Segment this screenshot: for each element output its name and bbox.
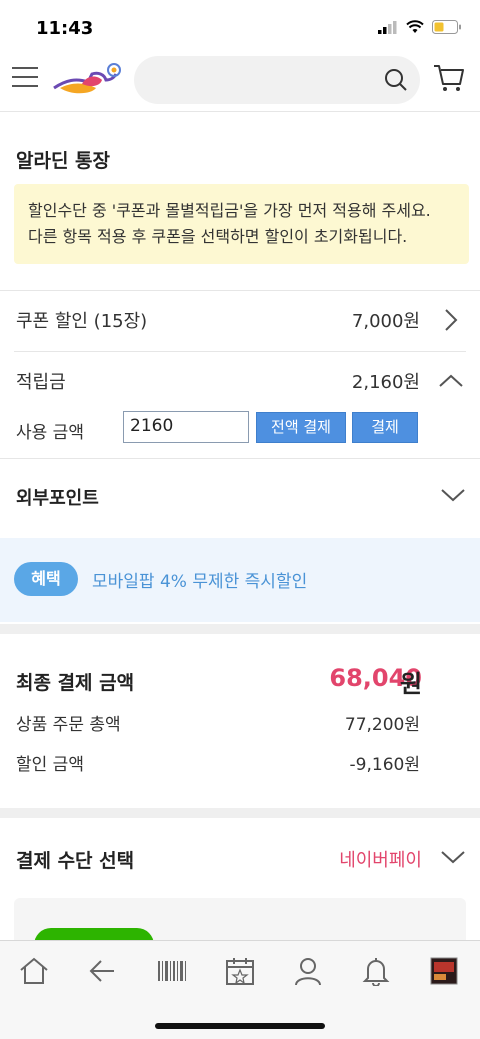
payment-title: 결제 수단 선택: [16, 850, 135, 872]
bottom-tab-bar: [0, 940, 480, 1039]
divider: [14, 351, 466, 352]
payment-method-selected[interactable]: 네이버페이: [339, 846, 422, 872]
order-total-label: 상품 주문 총액: [16, 715, 121, 735]
search-icon[interactable]: [384, 68, 408, 92]
notice-box: 할인수단 중 '쿠폰과 몰별적립금'을 가장 먼저 적용해 주세요. 다른 항목…: [14, 184, 469, 264]
recent-item-thumbnail[interactable]: [424, 951, 464, 991]
benefit-badge: 혜택: [14, 562, 78, 596]
points-value: 2,160원: [351, 372, 420, 393]
wifi-icon: [406, 20, 424, 33]
calendar-icon[interactable]: [220, 951, 260, 991]
coupon-value: 7,000원: [351, 311, 420, 332]
status-bar: 11:43: [0, 0, 480, 52]
cart-icon[interactable]: [432, 60, 466, 94]
use-amount-label: 사용 금액: [16, 423, 84, 443]
external-points-label[interactable]: 외부포인트: [16, 484, 99, 510]
pay-all-button[interactable]: 전액 결제: [256, 412, 346, 443]
notice-line-2: 다른 항목 적용 후 쿠폰을 선택하면 할인이 초기화됩니다.: [28, 227, 408, 246]
chevron-right-icon[interactable]: [442, 308, 460, 332]
chevron-down-icon[interactable]: [440, 848, 466, 866]
notice-line-1: 할인수단 중 '쿠폰과 몰별적립금'을 가장 먼저 적용해 주세요.: [28, 201, 431, 220]
section-gap: [0, 808, 480, 818]
back-icon[interactable]: [82, 951, 122, 991]
discount-value: -9,160원: [349, 755, 420, 775]
status-time: 11:43: [36, 18, 94, 39]
coupon-label[interactable]: 쿠폰 할인 (15장): [16, 307, 147, 333]
chevron-up-icon[interactable]: [438, 372, 464, 390]
status-icons: [378, 20, 462, 34]
order-total-value: 77,200원: [344, 715, 420, 735]
home-indicator: [155, 1023, 325, 1029]
search-input[interactable]: [134, 56, 420, 104]
divider: [0, 458, 480, 459]
final-amount-unit: 원: [400, 670, 423, 698]
barcode-icon[interactable]: [152, 951, 192, 991]
chevron-down-icon[interactable]: [440, 486, 466, 504]
user-icon[interactable]: [288, 951, 328, 991]
benefit-text[interactable]: 모바일팝 4% 무제한 즉시할인: [92, 567, 307, 592]
home-icon[interactable]: [14, 951, 54, 991]
menu-icon[interactable]: [12, 67, 38, 89]
battery-icon: [432, 20, 461, 34]
signal-icon: [378, 21, 397, 34]
use-amount-input[interactable]: 2160: [123, 411, 249, 443]
aladin-logo[interactable]: [52, 58, 122, 98]
account-title: 알라딘 통장: [16, 150, 111, 172]
divider: [0, 290, 480, 291]
points-label: 적립금: [16, 372, 66, 393]
top-nav: [0, 52, 480, 112]
section-gap: [0, 624, 480, 634]
bell-icon[interactable]: [356, 951, 396, 991]
discount-label: 할인 금액: [16, 755, 84, 775]
benefit-banner[interactable]: 혜택 모바일팝 4% 무제한 즉시할인: [0, 538, 480, 622]
pay-button[interactable]: 결제: [352, 412, 418, 443]
final-amount-title: 최종 결제 금액: [16, 672, 135, 694]
